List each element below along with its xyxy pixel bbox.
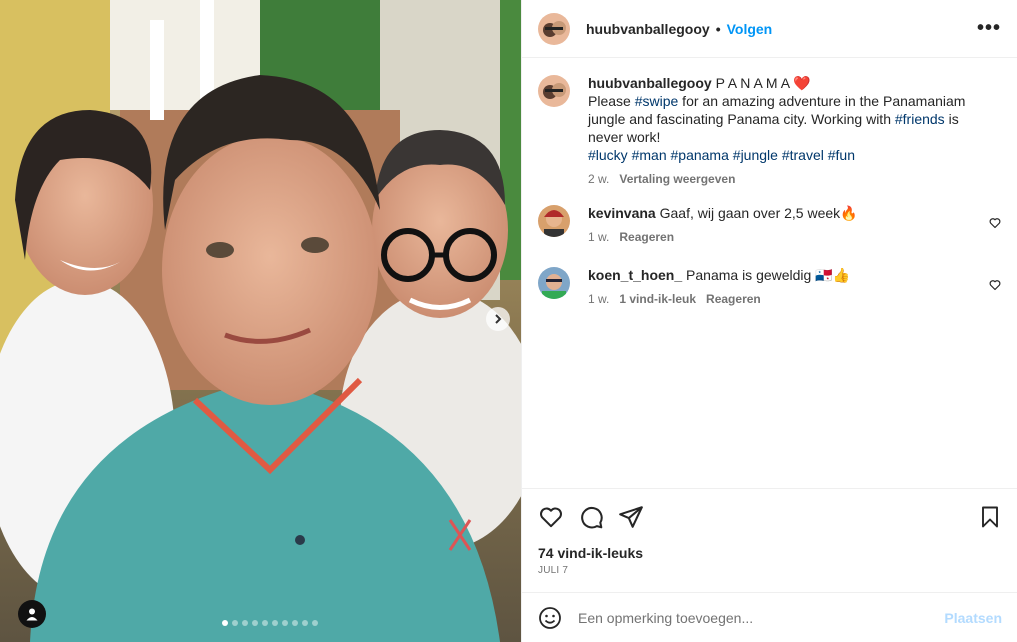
heart-emoji: ❤️	[793, 75, 811, 91]
carousel-dot	[282, 620, 288, 626]
hashtag-friends[interactable]: #friends	[895, 111, 945, 127]
carousel-dot	[292, 620, 298, 626]
comment-time[interactable]: 1 w.	[588, 292, 609, 306]
likes-count[interactable]: 74 vind-ik-leuks	[538, 545, 1002, 561]
carousel-dot	[252, 620, 258, 626]
bookmark-icon[interactable]	[978, 505, 1002, 529]
caption-line-intro: Please	[588, 93, 635, 109]
reply-button[interactable]: Reageren	[619, 230, 674, 244]
comment-input[interactable]	[578, 609, 945, 626]
selfie-photo	[0, 0, 521, 642]
comment-username[interactable]: koen_t_hoen_	[588, 267, 682, 283]
post-comment-button[interactable]: Plaatsen	[944, 610, 1002, 626]
emoji-icon[interactable]	[538, 606, 562, 630]
tagged-people-button[interactable]	[18, 600, 46, 628]
comment-avatar[interactable]	[538, 205, 570, 237]
hashtag[interactable]: #man	[632, 147, 667, 163]
caption-username[interactable]: huubvanballegooy	[588, 75, 712, 91]
header-separator: •	[715, 20, 721, 37]
carousel-dot	[242, 620, 248, 626]
author-username[interactable]: huubvanballegooy	[586, 21, 710, 37]
comment-like-heart-icon[interactable]	[989, 278, 1001, 294]
reply-button[interactable]: Reageren	[706, 292, 761, 306]
hashtag[interactable]: #jungle	[733, 147, 778, 163]
next-image-button[interactable]	[486, 307, 510, 331]
hashtag[interactable]: #lucky	[588, 147, 628, 163]
translate-button[interactable]: Vertaling weergeven	[619, 172, 735, 186]
comment-like-heart-icon[interactable]	[989, 216, 1001, 232]
comment: kevinvana Gaaf, wij gaan over 2,5 week🔥 …	[538, 204, 1001, 244]
hashtag-swipe[interactable]: #swipe	[635, 93, 679, 109]
comment-likes-count[interactable]: 1 vind-ik-leuk	[619, 292, 696, 306]
comment: koen_t_hoen_ Panama is geweldig 🇵🇦👍 1 w.…	[538, 266, 1001, 306]
follow-button[interactable]: Volgen	[727, 21, 773, 37]
hashtag[interactable]: #travel	[782, 147, 824, 163]
caption-avatar[interactable]	[538, 75, 570, 107]
comment-text: Gaaf, wij gaan over 2,5 week🔥	[659, 205, 858, 221]
comment-text: Panama is geweldig 🇵🇦👍	[686, 267, 851, 283]
comment-username[interactable]: kevinvana	[588, 205, 656, 221]
like-heart-icon[interactable]	[538, 504, 564, 530]
hashtag[interactable]: #fun	[828, 147, 855, 163]
caption-title: P A N A M A	[711, 75, 794, 91]
carousel-dot	[262, 620, 268, 626]
post-header: huubvanballegooy • Volgen •••	[522, 0, 1017, 58]
carousel-dot	[222, 620, 228, 626]
comment-avatar[interactable]	[538, 267, 570, 299]
caption-text: huubvanballegooy P A N A M A ❤️ Please #…	[588, 74, 983, 164]
caption: huubvanballegooy P A N A M A ❤️ Please #…	[538, 74, 1001, 186]
carousel-dot	[302, 620, 308, 626]
comment-icon[interactable]	[578, 504, 604, 530]
carousel-dot	[272, 620, 278, 626]
carousel-dot	[312, 620, 318, 626]
post-image[interactable]	[0, 0, 521, 642]
chevron-right-icon	[495, 314, 502, 324]
post-panel: huubvanballegooy • Volgen ••• huubvanbal…	[521, 0, 1017, 642]
comment-time[interactable]: 1 w.	[588, 230, 609, 244]
hashtag[interactable]: #panama	[671, 147, 729, 163]
carousel-dot	[232, 620, 238, 626]
comments-list: huubvanballegooy P A N A M A ❤️ Please #…	[522, 58, 1017, 488]
caption-time[interactable]: 2 w.	[588, 172, 609, 186]
person-icon	[26, 608, 38, 621]
comment-composer: Plaatsen	[522, 592, 1017, 642]
share-paper-plane-icon[interactable]	[618, 504, 644, 530]
post-date[interactable]: JULI 7	[538, 565, 1002, 576]
caption-meta: 2 w. Vertaling weergeven	[588, 172, 983, 186]
carousel-indicator	[222, 620, 318, 626]
more-options-icon[interactable]: •••	[977, 17, 1001, 40]
author-avatar[interactable]	[538, 12, 570, 45]
post-actions: 74 vind-ik-leuks JULI 7	[522, 488, 1017, 576]
